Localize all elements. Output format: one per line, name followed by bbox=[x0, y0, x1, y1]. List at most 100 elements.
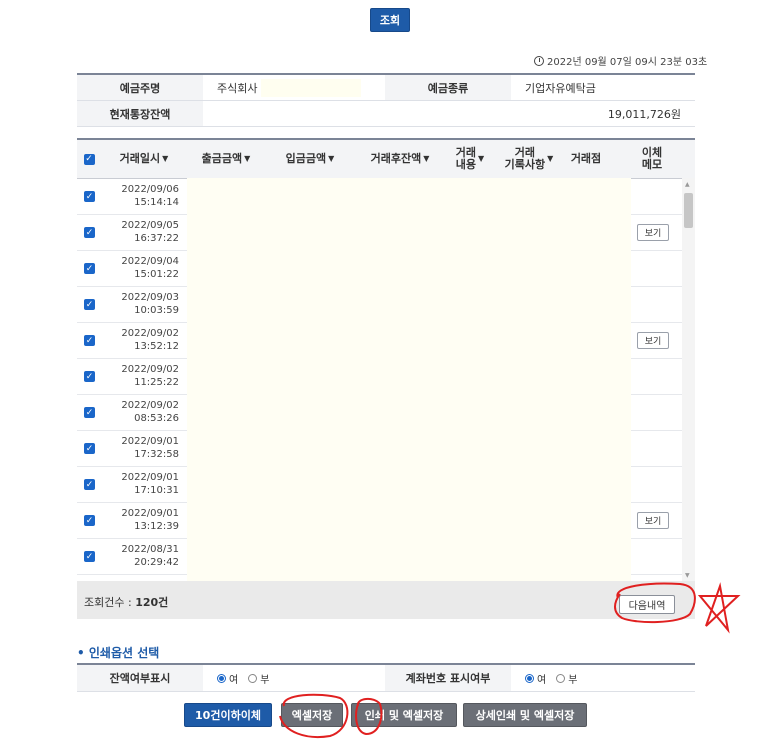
header-select-all[interactable]: ✓ bbox=[77, 140, 101, 178]
row-datetime: 2022/09/02 11:25:22 bbox=[109, 363, 179, 389]
row-date: 2022/09/02 bbox=[121, 328, 179, 339]
balance-display-radios: 여 부 bbox=[203, 665, 385, 691]
row-time: 10:03:59 bbox=[134, 305, 179, 316]
row-datetime: 2022/09/03 10:03:59 bbox=[109, 291, 179, 317]
header-withdraw[interactable]: 출금금액 ▼ bbox=[187, 140, 265, 178]
radio-empty-icon bbox=[248, 673, 258, 683]
row-time: 13:52:12 bbox=[134, 341, 179, 352]
row-date: 2022/09/02 bbox=[121, 364, 179, 375]
sort-down-icon: ▼ bbox=[478, 154, 485, 163]
redacted-area bbox=[261, 78, 362, 97]
scrollbar[interactable]: ▲ ▼ bbox=[682, 178, 695, 581]
header-branch: 거래점 bbox=[570, 152, 602, 165]
row-datetime: 2022/09/02 08:53:26 bbox=[109, 399, 179, 425]
row-datetime: 2022/09/01 17:10:31 bbox=[109, 471, 179, 497]
row-datetime: 2022/08/31 20:29:42 bbox=[109, 543, 179, 569]
row-date: 2022/09/01 bbox=[121, 508, 179, 519]
row-checkbox[interactable]: ✓ bbox=[84, 191, 95, 202]
header-record-line2: 기록사항 bbox=[504, 158, 546, 171]
scroll-down-icon[interactable]: ▼ bbox=[685, 572, 690, 579]
header-withdraw-label: 출금금액 bbox=[201, 152, 243, 165]
header-deposit[interactable]: 입금금액 ▼ bbox=[271, 140, 349, 178]
row-date: 2022/09/02 bbox=[121, 400, 179, 411]
radio-no-label: 부 bbox=[568, 674, 578, 686]
owner-value: 주식회사 bbox=[203, 75, 385, 100]
row-time: 11:25:22 bbox=[134, 377, 179, 388]
row-time: 15:01:22 bbox=[134, 269, 179, 280]
memo-view-button[interactable]: 보기 bbox=[637, 224, 669, 241]
balance-label: 현재통장잔액 bbox=[77, 101, 203, 126]
next-page-button[interactable]: 다음내역 bbox=[619, 595, 675, 614]
header-after-balance-label: 거래후잔액 bbox=[370, 152, 422, 165]
query-button[interactable]: 조회 bbox=[370, 8, 410, 32]
account-display-radios: 여 부 bbox=[511, 665, 695, 691]
row-checkbox[interactable]: ✓ bbox=[84, 407, 95, 418]
detail-print-excel-button[interactable]: 상세인쇄 및 엑셀저장 bbox=[463, 703, 587, 727]
radio-yes-label: 여 bbox=[537, 674, 547, 686]
account-display-label: 계좌번호 표시여부 bbox=[385, 665, 511, 691]
memo-view-button[interactable]: 보기 bbox=[637, 512, 669, 529]
balance-yes-radio[interactable]: 여 bbox=[217, 671, 238, 686]
header-datetime[interactable]: 거래일시 ▼ bbox=[105, 140, 183, 178]
row-checkbox[interactable]: ✓ bbox=[84, 443, 95, 454]
count-label: 조회건수 : bbox=[84, 596, 136, 609]
result-count: 조회건수 : 120건 bbox=[84, 594, 168, 610]
row-checkbox[interactable]: ✓ bbox=[84, 335, 95, 346]
print-excel-button[interactable]: 인쇄 및 엑셀저장 bbox=[351, 703, 457, 727]
radio-selected-icon bbox=[217, 673, 226, 683]
owner-value-text: 주식회사 bbox=[217, 81, 258, 95]
row-date: 2022/09/04 bbox=[121, 256, 179, 267]
header-after-balance[interactable]: 거래후잔액 ▼ bbox=[353, 140, 447, 178]
radio-yes-label: 여 bbox=[229, 674, 239, 686]
row-datetime: 2022/09/06 15:14:14 bbox=[109, 183, 179, 209]
timestamp: 2022년 09월 07일 09시 23분 03초 bbox=[534, 53, 707, 68]
row-date: 2022/09/06 bbox=[121, 184, 179, 195]
row-time: 16:37:22 bbox=[134, 233, 179, 244]
row-time: 17:32:58 bbox=[134, 449, 179, 460]
balance-value: 19,011,726원 bbox=[607, 107, 681, 121]
row-time: 20:29:42 bbox=[134, 557, 179, 568]
row-datetime: 2022/09/01 17:32:58 bbox=[109, 435, 179, 461]
radio-selected-icon bbox=[525, 673, 534, 683]
row-checkbox[interactable]: ✓ bbox=[84, 227, 95, 238]
transfer-button[interactable]: 10건이하이체 bbox=[184, 703, 272, 727]
header-record[interactable]: 거래 기록사항 ▼ bbox=[497, 140, 561, 178]
account-info-table: 예금주명 주식회사 예금종류 기업자유예탁금 현재통장잔액 19,011,726… bbox=[77, 73, 695, 127]
account-yes-radio[interactable]: 여 bbox=[525, 671, 546, 686]
row-checkbox[interactable]: ✓ bbox=[84, 263, 95, 274]
row-checkbox[interactable]: ✓ bbox=[84, 371, 95, 382]
row-checkbox[interactable]: ✓ bbox=[84, 479, 95, 490]
print-options-title: • 인쇄옵션 선택 bbox=[77, 644, 159, 661]
header-memo-line2: 메모 bbox=[641, 158, 663, 171]
row-datetime: 2022/09/04 15:01:22 bbox=[109, 255, 179, 281]
header-memo: 이체 메모 bbox=[629, 140, 675, 178]
print-options-title-text: 인쇄옵션 선택 bbox=[88, 646, 160, 660]
header-description[interactable]: 거래 내용 ▼ bbox=[449, 140, 491, 178]
row-time: 13:12:39 bbox=[134, 521, 179, 532]
header-deposit-label: 입금금액 bbox=[285, 152, 327, 165]
balance-no-radio[interactable]: 부 bbox=[248, 671, 269, 686]
redacted-amounts-area bbox=[187, 178, 631, 601]
row-datetime: 2022/09/01 13:12:39 bbox=[109, 507, 179, 533]
print-options-table: 잔액여부표시 여 부 계좌번호 표시여부 여 부 bbox=[77, 663, 695, 692]
transaction-list: ✓ 거래일시 ▼ 출금금액 ▼ 입금금액 ▼ 거래후잔액 ▼ 거래 내용 ▼ 거래 기록… bbox=[77, 138, 695, 619]
memo-view-button[interactable]: 보기 bbox=[637, 332, 669, 349]
deposit-type-label: 예금종류 bbox=[385, 75, 511, 100]
row-date: 2022/09/01 bbox=[121, 436, 179, 447]
scroll-up-icon[interactable]: ▲ bbox=[685, 181, 690, 188]
row-checkbox[interactable]: ✓ bbox=[84, 515, 95, 526]
row-checkbox[interactable]: ✓ bbox=[84, 551, 95, 562]
list-header: ✓ 거래일시 ▼ 출금금액 ▼ 입금금액 ▼ 거래후잔액 ▼ 거래 내용 ▼ 거래 기록… bbox=[77, 140, 695, 179]
scroll-thumb[interactable] bbox=[684, 193, 693, 228]
row-date: 2022/09/03 bbox=[121, 292, 179, 303]
bullet-icon: • bbox=[77, 646, 89, 660]
account-no-radio[interactable]: 부 bbox=[556, 671, 577, 686]
excel-save-button[interactable]: 엑셀저장 bbox=[281, 703, 343, 727]
count-value: 120건 bbox=[135, 596, 169, 609]
row-time: 15:14:14 bbox=[134, 197, 179, 208]
row-checkbox[interactable]: ✓ bbox=[84, 299, 95, 310]
checkbox-all[interactable]: ✓ bbox=[83, 153, 95, 165]
row-date: 2022/09/01 bbox=[121, 472, 179, 483]
row-datetime: 2022/09/05 16:37:22 bbox=[109, 219, 179, 245]
sort-down-icon: ▼ bbox=[162, 154, 169, 163]
